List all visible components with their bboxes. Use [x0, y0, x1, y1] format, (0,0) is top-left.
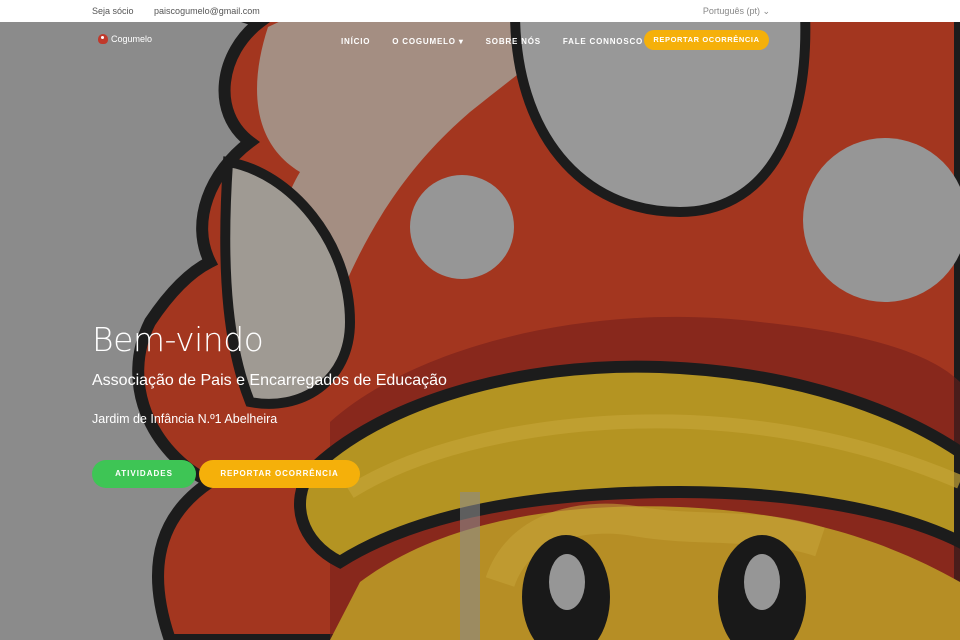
nav-report-button[interactable]: REPORTAR OCORRÊNCIA [644, 30, 769, 50]
become-member-link[interactable]: Seja sócio [92, 6, 134, 16]
email-link[interactable]: paiscogumelo@gmail.com [154, 6, 260, 16]
nav-item-sobre-nos[interactable]: SOBRE NÓS [486, 35, 541, 46]
hero-title: Bem-vindo [92, 320, 264, 359]
report-occurrence-button[interactable]: REPORTAR OCORRÊNCIA [199, 460, 360, 488]
hero-school-name: Jardim de Infância N.º1 Abelheira [92, 412, 278, 426]
hero-section: Cogumelo INÍCIO O COGUMELO ▾ SOBRE NÓS F… [0, 22, 960, 640]
language-selector[interactable]: Português (pt) ⌄ [703, 6, 770, 17]
top-bar: Seja sócio paiscogumelo@gmail.com Portug… [0, 0, 960, 22]
site-logo[interactable]: Cogumelo [98, 34, 152, 44]
nav-item-fale-connosco[interactable]: FALE CONNOSCO [563, 35, 643, 46]
logo-text: Cogumelo [111, 34, 153, 44]
main-navigation: INÍCIO O COGUMELO ▾ SOBRE NÓS FALE CONNO… [341, 30, 769, 50]
top-bar-links: Seja sócio paiscogumelo@gmail.com [92, 6, 278, 16]
mushroom-logo-icon [98, 34, 108, 44]
nav-item-inicio[interactable]: INÍCIO [341, 35, 370, 46]
hero-subtitle: Associação de Pais e Encarregados de Edu… [92, 372, 447, 389]
nav-item-o-cogumelo[interactable]: O COGUMELO ▾ [392, 35, 463, 46]
activities-button[interactable]: ATIVIDADES [92, 460, 196, 488]
